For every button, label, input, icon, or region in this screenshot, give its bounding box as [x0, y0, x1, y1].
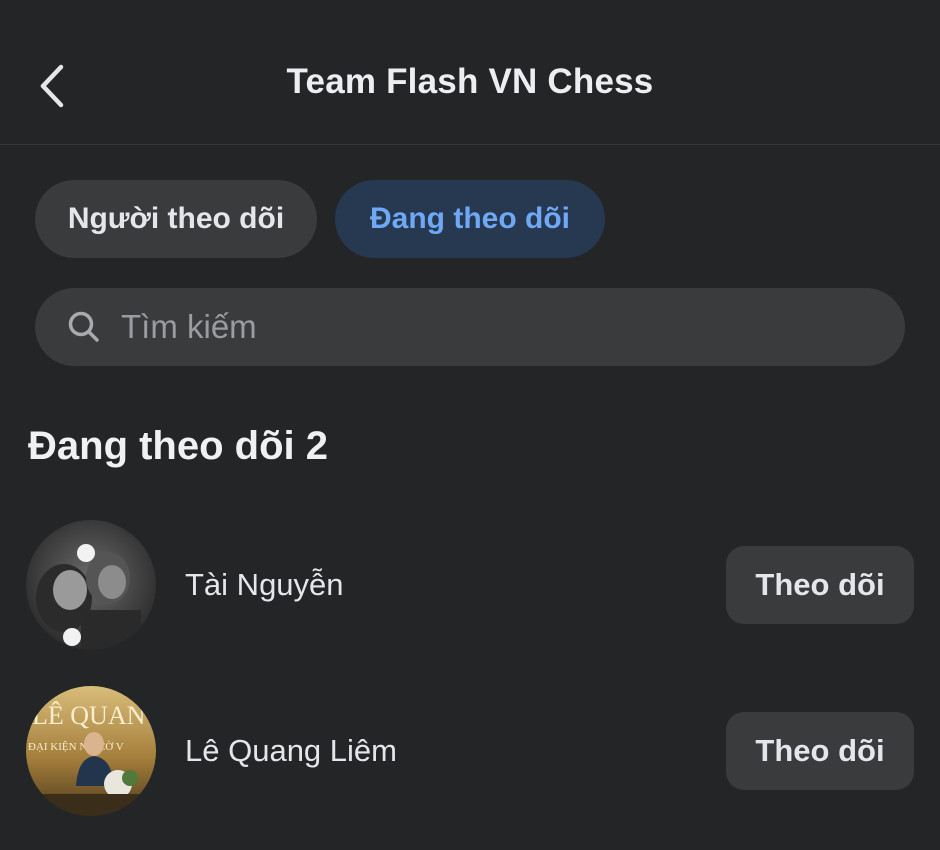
page-title: Team Flash VN Chess — [286, 62, 654, 101]
list-item[interactable]: LÊ QUAN ĐẠI KIỆN NG CỜ V Lê Quang Liêm T… — [0, 686, 940, 816]
tab-bar: Người theo dõi Đang theo dõi — [35, 180, 605, 258]
tab-following[interactable]: Đang theo dõi — [335, 180, 605, 258]
list-item[interactable]: Tài Nguyễn Theo dõi — [0, 520, 940, 650]
search-input[interactable] — [121, 308, 821, 346]
search-bar[interactable] — [35, 288, 905, 366]
avatar-banner-subtext: ĐẠI KIỆN NG CỜ V — [28, 741, 124, 753]
tab-followers[interactable]: Người theo dõi — [35, 180, 317, 258]
avatar[interactable] — [26, 520, 156, 650]
person-name[interactable]: Tài Nguyễn — [185, 567, 344, 603]
follow-button[interactable]: Theo dõi — [726, 712, 914, 790]
search-icon — [67, 310, 101, 344]
following-count-heading: Đang theo dõi 2 — [28, 424, 328, 468]
following-screen: Team Flash VN Chess Người theo dõi Đang … — [0, 0, 940, 850]
avatar-banner-text: LÊ QUAN — [32, 701, 146, 730]
follow-button[interactable]: Theo dõi — [726, 546, 914, 624]
avatar[interactable]: LÊ QUAN ĐẠI KIỆN NG CỜ V — [26, 686, 156, 816]
header: Team Flash VN Chess — [0, 0, 940, 145]
person-name[interactable]: Lê Quang Liêm — [185, 733, 397, 769]
